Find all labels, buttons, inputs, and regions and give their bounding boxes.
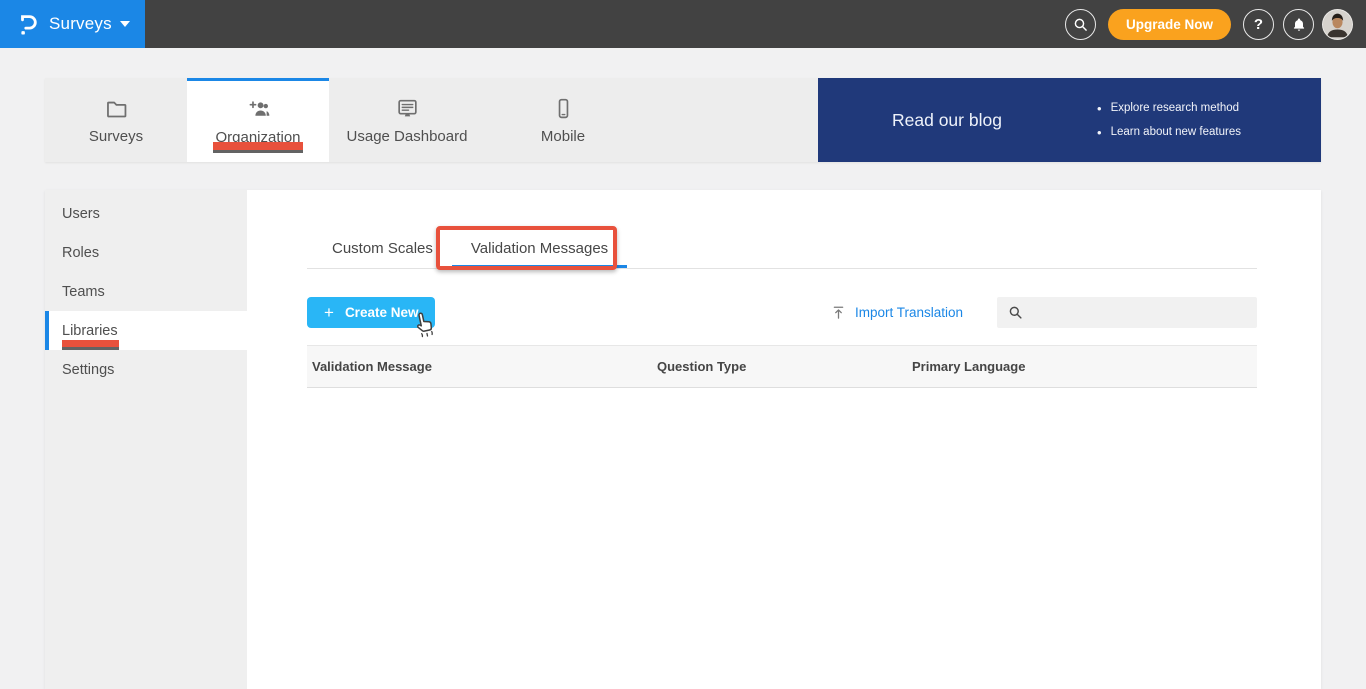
folder-icon (104, 96, 129, 121)
search-box[interactable] (997, 297, 1257, 328)
blog-bullet: Explore research method (1097, 101, 1241, 116)
blog-title: Read our blog (892, 109, 1002, 130)
sidebar-item-teams[interactable]: Teams (45, 272, 247, 311)
column-header-validation-message: Validation Message (312, 359, 432, 374)
settings-sidebar: Users Roles Teams Libraries Settings (45, 190, 247, 689)
module-tab-usage-dashboard[interactable]: Usage Dashboard (329, 78, 485, 162)
libraries-content: Custom Scales Validation Messages + Crea… (247, 190, 1321, 689)
smartphone-icon (551, 96, 576, 121)
plus-icon: + (324, 302, 334, 322)
topbar-actions: Upgrade Now ? (1064, 8, 1366, 40)
library-tabs: Custom Scales Validation Messages (307, 228, 1257, 269)
tab-validation-messages[interactable]: Validation Messages (452, 228, 627, 268)
tab-custom-scales[interactable]: Custom Scales (313, 228, 452, 268)
upload-icon (831, 304, 846, 321)
blog-panel[interactable]: Read our blog Explore research method Le… (818, 78, 1321, 162)
search-icon (1072, 16, 1089, 33)
column-header-primary-language: Primary Language (912, 359, 1026, 374)
search-button[interactable] (1064, 8, 1096, 40)
chevron-down-icon (119, 21, 130, 27)
module-tabs: Surveys Organization Usage Dashboard Mob… (45, 78, 818, 162)
import-translation-link[interactable]: Import Translation (831, 304, 963, 321)
sidebar-item-users[interactable]: Users (45, 194, 247, 233)
module-tab-label: Mobile (540, 127, 586, 145)
module-tab-mobile[interactable]: Mobile (485, 78, 641, 162)
sidebar-item-libraries[interactable]: Libraries (45, 311, 247, 350)
top-header: Surveys Upgrade Now ? (0, 0, 1366, 48)
app-name: Surveys (49, 14, 112, 33)
avatar-photo-icon (1323, 9, 1352, 39)
sidebar-item-settings[interactable]: Settings (45, 350, 247, 389)
questionpro-logo-icon (17, 11, 39, 38)
main-panel: Users Roles Teams Libraries Settings Cus… (45, 190, 1321, 689)
create-new-button[interactable]: + Create New (307, 297, 436, 328)
module-tab-surveys[interactable]: Surveys (45, 78, 187, 162)
question-mark-icon: ? (1253, 15, 1264, 33)
search-icon (1007, 304, 1024, 321)
table-header-row: Validation Message Question Type Primary… (307, 345, 1257, 388)
module-tab-label: Surveys (88, 127, 144, 145)
toolbar: + Create New Import Translation (307, 297, 1257, 328)
app-switcher[interactable]: Surveys (0, 0, 145, 48)
sidebar-item-roles[interactable]: Roles (45, 233, 247, 272)
upgrade-button[interactable]: Upgrade Now (1107, 8, 1231, 40)
toolbar-right: Import Translation (831, 297, 1257, 328)
dashboard-icon (395, 96, 420, 121)
search-input[interactable] (1024, 304, 1257, 321)
bell-icon (1291, 16, 1307, 33)
help-button[interactable]: ? (1243, 8, 1274, 40)
module-tab-label: Organization (215, 129, 301, 146)
module-tab-organization[interactable]: Organization (187, 78, 329, 162)
module-tab-label: Usage Dashboard (346, 127, 468, 145)
module-nav: Surveys Organization Usage Dashboard Mob… (45, 78, 1321, 162)
blog-bullet-list: Explore research method Learn about new … (1097, 101, 1241, 140)
notifications-button[interactable] (1283, 8, 1314, 40)
group-add-icon (246, 97, 271, 122)
user-avatar[interactable] (1322, 8, 1353, 40)
annotation-underline-libraries (62, 340, 119, 347)
blog-bullet: Learn about new features (1097, 125, 1241, 140)
column-header-question-type: Question Type (657, 359, 747, 374)
